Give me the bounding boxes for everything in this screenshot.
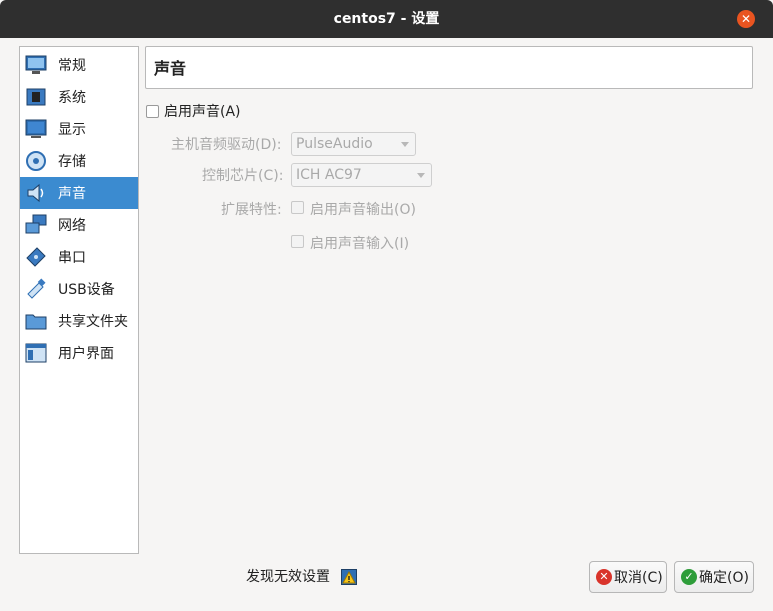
- speaker-icon: [24, 181, 48, 205]
- network-icon: [24, 213, 48, 237]
- sidebar-item-network[interactable]: 网络: [20, 209, 138, 241]
- serial-port-icon: [24, 245, 48, 269]
- sidebar-item-label: 网络: [58, 218, 86, 234]
- cancel-button[interactable]: ✕ 取消(C): [589, 561, 667, 593]
- chevron-down-icon: [401, 142, 409, 147]
- settings-sidebar: 常规 系统 显示 存储 声音 网络 串口 USB设备 共享文件夹 用户界面: [19, 46, 139, 554]
- host-driver-value: PulseAudio: [296, 136, 373, 152]
- check-icon: ✓: [681, 569, 697, 585]
- sidebar-item-usb[interactable]: USB设备: [20, 273, 138, 305]
- host-driver-label: 主机音频驱动(D):: [171, 137, 282, 153]
- sidebar-item-label: 串口: [58, 250, 86, 266]
- sidebar-item-label: USB设备: [58, 282, 115, 298]
- system-chip-icon: [24, 85, 48, 109]
- sidebar-item-label: 声音: [58, 186, 86, 202]
- sidebar-item-label: 显示: [58, 122, 86, 138]
- sidebar-item-label: 用户界面: [58, 346, 114, 362]
- sidebar-item-label: 系统: [58, 90, 86, 106]
- warning-icon[interactable]: [341, 569, 357, 585]
- usb-icon: [24, 277, 48, 301]
- page-title: 声音: [154, 59, 187, 78]
- sidebar-item-audio[interactable]: 声音: [20, 177, 138, 209]
- window-title: centos7 - 设置: [333, 11, 440, 27]
- host-driver-combobox[interactable]: PulseAudio: [291, 132, 416, 156]
- controller-label: 控制芯片(C):: [202, 168, 284, 184]
- sidebar-item-storage[interactable]: 存储: [20, 145, 138, 177]
- sidebar-item-general[interactable]: 常规: [20, 49, 138, 81]
- cancel-icon: ✕: [596, 569, 612, 585]
- enable-input-checkbox[interactable]: [291, 235, 304, 248]
- storage-disk-icon: [24, 149, 48, 173]
- controller-combobox[interactable]: ICH AC97: [291, 163, 432, 187]
- ok-button[interactable]: ✓ 确定(O): [674, 561, 754, 593]
- enable-output-label[interactable]: 启用声音输出(O): [310, 201, 416, 219]
- enable-input-label[interactable]: 启用声音输入(I): [310, 235, 409, 253]
- sidebar-item-label: 共享文件夹: [58, 314, 128, 330]
- page-title-box: 声音: [145, 46, 753, 89]
- folder-icon: [24, 309, 48, 333]
- sidebar-item-serial[interactable]: 串口: [20, 241, 138, 273]
- sidebar-item-display[interactable]: 显示: [20, 113, 138, 145]
- enable-audio-checkbox[interactable]: [146, 105, 159, 118]
- close-icon[interactable]: ✕: [737, 10, 755, 28]
- sidebar-item-shared-folders[interactable]: 共享文件夹: [20, 305, 138, 337]
- sidebar-item-system[interactable]: 系统: [20, 81, 138, 113]
- extended-features-label: 扩展特性:: [221, 202, 282, 218]
- controller-value: ICH AC97: [296, 167, 362, 183]
- chevron-down-icon: [417, 173, 425, 178]
- invalid-settings-label: 发现无效设置: [246, 569, 330, 585]
- sidebar-item-label: 存储: [58, 154, 86, 170]
- user-interface-icon: [24, 341, 48, 365]
- general-monitor-icon: [24, 53, 48, 77]
- enable-output-checkbox[interactable]: [291, 201, 304, 214]
- cancel-button-label: 取消(C): [614, 570, 663, 586]
- enable-audio-label[interactable]: 启用声音(A): [164, 103, 241, 121]
- display-monitor-icon: [24, 117, 48, 141]
- sidebar-item-label: 常规: [58, 58, 86, 74]
- ok-button-label: 确定(O): [699, 570, 749, 586]
- sidebar-item-user-interface[interactable]: 用户界面: [20, 337, 138, 369]
